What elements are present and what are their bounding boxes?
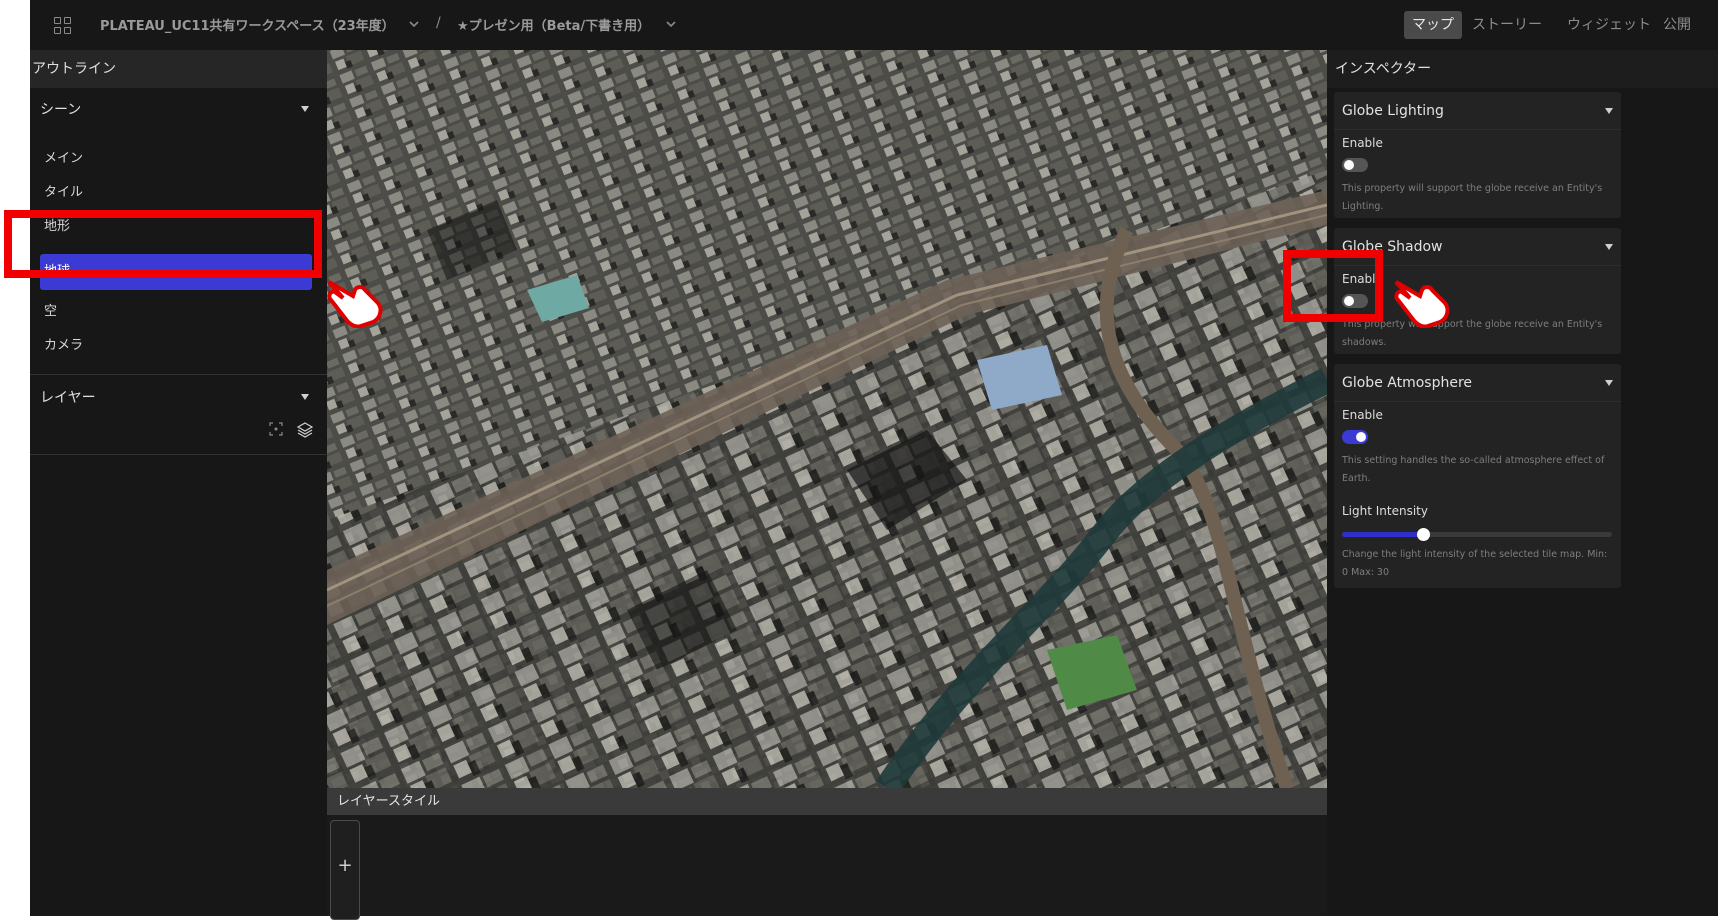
layers-icon[interactable]	[297, 422, 313, 438]
caret-down-icon	[301, 106, 309, 112]
globe-atmosphere-card: Globe Atmosphere Enable This setting han…	[1334, 364, 1621, 588]
highlight-box-shadow-toggle	[1283, 250, 1383, 322]
chevron-down-icon[interactable]	[664, 17, 678, 31]
outline-panel: アウトライン シーン メイン タイル 地形 地球 空 カメラ レイヤー	[30, 50, 327, 916]
outline-item-camera[interactable]: カメラ	[40, 328, 312, 364]
inspector-panel: インスペクター Globe Lighting Enable This prope…	[1327, 50, 1718, 916]
tab-widget[interactable]: ウィジェット	[1559, 11, 1659, 39]
caret-down-icon	[301, 394, 309, 400]
tab-publish[interactable]: 公開	[1655, 11, 1699, 39]
layer-label: レイヤー	[40, 390, 96, 406]
map-viewport[interactable]	[327, 50, 1327, 788]
tab-map[interactable]: マップ	[1404, 11, 1462, 39]
section-divider	[30, 454, 327, 455]
breadcrumb-separator: /	[436, 15, 441, 31]
globe-lighting-header[interactable]: Globe Lighting	[1334, 92, 1621, 130]
pointing-hand-icon	[1394, 280, 1450, 328]
globe-lighting-title: Globe Lighting	[1342, 103, 1444, 119]
apps-grid-icon[interactable]	[52, 15, 72, 35]
lighting-enable-toggle[interactable]	[1342, 158, 1368, 172]
atmosphere-description: This setting handles the so-called atmos…	[1342, 455, 1605, 484]
top-header: PLATEAU_UC11共有ワークスペース（23年度） / ★プレゼン用（Bet…	[30, 0, 1718, 50]
layer-style-panel: レイヤースタイル +	[327, 788, 1327, 920]
add-layer-style-button[interactable]: +	[330, 820, 360, 920]
inspector-title: インスペクター	[1327, 50, 1718, 88]
workspace-name[interactable]: PLATEAU_UC11共有ワークスペース（23年度）	[100, 15, 395, 34]
globe-lighting-card: Globe Lighting Enable This property will…	[1334, 92, 1621, 218]
layer-style-title: レイヤースタイル	[327, 788, 1327, 815]
project-name[interactable]: ★プレゼン用（Beta/下書き用）	[457, 15, 650, 34]
caret-down-icon	[1605, 108, 1613, 114]
caret-down-icon	[1605, 244, 1613, 250]
layer-section-header[interactable]: レイヤー	[30, 376, 327, 420]
app-window: PLATEAU_UC11共有ワークスペース（23年度） / ★プレゼン用（Bet…	[4, 0, 1718, 920]
light-intensity-label: Light Intensity	[1342, 504, 1428, 518]
scene-section-header[interactable]: シーン	[30, 88, 327, 132]
light-intensity-handle[interactable]	[1417, 528, 1430, 541]
chevron-down-icon[interactable]	[407, 17, 421, 31]
outline-title: アウトライン	[30, 50, 327, 88]
outline-item-sky[interactable]: 空	[40, 294, 312, 330]
light-intensity-fill	[1342, 532, 1423, 537]
aerial-city-map	[327, 50, 1327, 788]
tab-story[interactable]: ストーリー	[1464, 11, 1550, 39]
outline-item-main[interactable]: メイン	[40, 141, 312, 177]
locate-icon[interactable]	[269, 422, 283, 436]
atmosphere-enable-label: Enable	[1342, 408, 1383, 422]
scene-label: シーン	[40, 102, 82, 118]
atmosphere-enable-toggle[interactable]	[1342, 430, 1368, 444]
highlight-box-globe-item	[4, 210, 322, 278]
lighting-description: This property will support the globe rec…	[1342, 183, 1603, 212]
globe-atmosphere-title: Globe Atmosphere	[1342, 375, 1473, 391]
lighting-enable-label: Enable	[1342, 136, 1383, 150]
layer-toolbar	[269, 422, 313, 438]
light-intensity-description: Change the light intensity of the select…	[1342, 549, 1608, 578]
light-intensity-slider[interactable]	[1342, 528, 1612, 541]
globe-atmosphere-header[interactable]: Globe Atmosphere	[1334, 364, 1621, 402]
pointing-hand-icon	[327, 280, 383, 328]
outline-item-tile[interactable]: タイル	[40, 175, 312, 211]
caret-down-icon	[1605, 380, 1613, 386]
section-divider	[30, 374, 327, 375]
